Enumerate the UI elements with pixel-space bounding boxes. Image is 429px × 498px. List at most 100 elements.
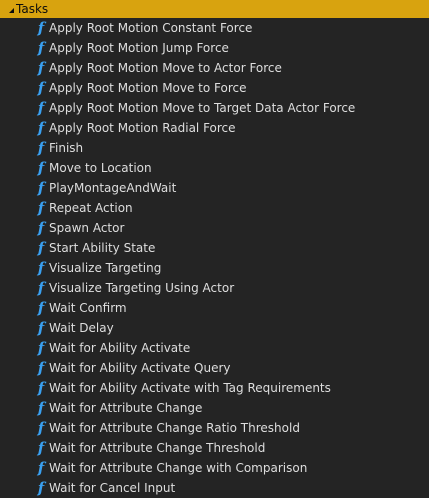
function-icon: f: [33, 218, 49, 238]
function-icon: f: [33, 278, 49, 298]
list-item-label: Apply Root Motion Radial Force: [49, 121, 236, 135]
svg-text:f: f: [37, 120, 47, 136]
list-item-label: Wait for Attribute Change with Compariso…: [49, 461, 308, 475]
svg-text:f: f: [37, 40, 47, 56]
function-icon: f: [33, 378, 49, 398]
svg-text:f: f: [37, 360, 47, 376]
list-item-label: Apply Root Motion Jump Force: [49, 41, 229, 55]
list-item-label: Finish: [49, 141, 84, 155]
function-icon: f: [33, 198, 49, 218]
function-icon: f: [33, 458, 49, 478]
svg-text:f: f: [37, 60, 47, 76]
svg-text:f: f: [37, 440, 47, 456]
svg-text:f: f: [37, 420, 47, 436]
svg-text:f: f: [37, 380, 47, 396]
list-item-label: Repeat Action: [49, 201, 133, 215]
function-icon: f: [33, 18, 49, 38]
list-item-label: Spawn Actor: [49, 221, 125, 235]
list-item[interactable]: f Wait Confirm: [0, 298, 429, 318]
svg-text:f: f: [37, 200, 47, 216]
list-item-label: Visualize Targeting: [49, 261, 162, 275]
function-icon: f: [33, 158, 49, 178]
list-item-label: Apply Root Motion Move to Force: [49, 81, 247, 95]
list-item-label: Wait for Cancel Input: [49, 481, 176, 495]
svg-text:f: f: [37, 480, 47, 496]
list-item[interactable]: f Wait for Ability Activate Query: [0, 358, 429, 378]
svg-text:f: f: [37, 280, 47, 296]
list-item-label: PlayMontageAndWait: [49, 181, 177, 195]
list-item[interactable]: f Wait Delay: [0, 318, 429, 338]
function-icon: f: [33, 338, 49, 358]
svg-text:f: f: [37, 460, 47, 476]
list-item[interactable]: f Apply Root Motion Move to Actor Force: [0, 58, 429, 78]
category-title: Tasks: [16, 2, 49, 16]
list-item[interactable]: f Wait for Attribute Change with Comparis…: [0, 458, 429, 478]
list-item[interactable]: f Visualize Targeting Using Actor: [0, 278, 429, 298]
svg-text:f: f: [37, 140, 47, 156]
function-icon: f: [33, 118, 49, 138]
function-icon: f: [33, 418, 49, 438]
function-icon: f: [33, 318, 49, 338]
list-item[interactable]: f Apply Root Motion Move to Target Data A…: [0, 98, 429, 118]
function-icon: f: [33, 138, 49, 158]
function-icon: f: [33, 58, 49, 78]
list-item-label: Wait for Ability Activate Query: [49, 361, 231, 375]
svg-text:f: f: [37, 320, 47, 336]
function-icon: f: [33, 358, 49, 378]
list-item-label: Apply Root Motion Constant Force: [49, 21, 253, 35]
list-item[interactable]: f Apply Root Motion Radial Force: [0, 118, 429, 138]
list-item[interactable]: f Wait for Attribute Change Ratio Thresho…: [0, 418, 429, 438]
task-list: f Apply Root Motion Constant Force f Apply …: [0, 18, 429, 498]
function-icon: f: [33, 238, 49, 258]
list-item[interactable]: f Wait for Ability Activate: [0, 338, 429, 358]
list-item-label: Apply Root Motion Move to Actor Force: [49, 61, 282, 75]
svg-text:f: f: [37, 100, 47, 116]
collapse-arrow-icon[interactable]: [9, 7, 14, 13]
svg-text:f: f: [37, 340, 47, 356]
list-item[interactable]: f Apply Root Motion Constant Force: [0, 18, 429, 38]
list-item[interactable]: f Wait for Cancel Input: [0, 478, 429, 498]
list-item[interactable]: f Wait for Attribute Change Threshold: [0, 438, 429, 458]
list-item[interactable]: f Repeat Action: [0, 198, 429, 218]
list-item[interactable]: f Apply Root Motion Move to Force: [0, 78, 429, 98]
list-item-label: Wait for Ability Activate with Tag Requi…: [49, 381, 331, 395]
svg-text:f: f: [37, 20, 47, 36]
function-icon: f: [33, 38, 49, 58]
list-item[interactable]: f Visualize Targeting: [0, 258, 429, 278]
svg-text:f: f: [37, 160, 47, 176]
list-item[interactable]: f Spawn Actor: [0, 218, 429, 238]
svg-text:f: f: [37, 400, 47, 416]
list-item-label: Start Ability State: [49, 241, 156, 255]
function-icon: f: [33, 78, 49, 98]
list-item[interactable]: f Wait for Attribute Change: [0, 398, 429, 418]
list-item[interactable]: f Apply Root Motion Jump Force: [0, 38, 429, 58]
list-item-label: Wait Delay: [49, 321, 114, 335]
list-item[interactable]: f Finish: [0, 138, 429, 158]
function-icon: f: [33, 478, 49, 498]
svg-text:f: f: [37, 220, 47, 236]
list-item[interactable]: f Move to Location: [0, 158, 429, 178]
list-item[interactable]: f PlayMontageAndWait: [0, 178, 429, 198]
function-icon: f: [33, 398, 49, 418]
svg-text:f: f: [37, 260, 47, 276]
function-icon: f: [33, 258, 49, 278]
function-icon: f: [33, 438, 49, 458]
list-item-label: Visualize Targeting Using Actor: [49, 281, 235, 295]
list-item-label: Apply Root Motion Move to Target Data Ac…: [49, 101, 356, 115]
list-item[interactable]: f Start Ability State: [0, 238, 429, 258]
svg-text:f: f: [37, 240, 47, 256]
list-item-label: Wait for Attribute Change: [49, 401, 203, 415]
svg-text:f: f: [37, 180, 47, 196]
list-item-label: Wait Confirm: [49, 301, 127, 315]
category-header-tasks[interactable]: Tasks: [0, 0, 429, 18]
list-item-label: Move to Location: [49, 161, 152, 175]
function-icon: f: [33, 178, 49, 198]
svg-text:f: f: [37, 300, 47, 316]
list-item-label: Wait for Attribute Change Threshold: [49, 441, 266, 455]
list-item-label: Wait for Ability Activate: [49, 341, 191, 355]
list-item[interactable]: f Wait for Ability Activate with Tag Requ…: [0, 378, 429, 398]
function-icon: f: [33, 98, 49, 118]
function-icon: f: [33, 298, 49, 318]
list-item-label: Wait for Attribute Change Ratio Threshol…: [49, 421, 300, 435]
svg-text:f: f: [37, 80, 47, 96]
